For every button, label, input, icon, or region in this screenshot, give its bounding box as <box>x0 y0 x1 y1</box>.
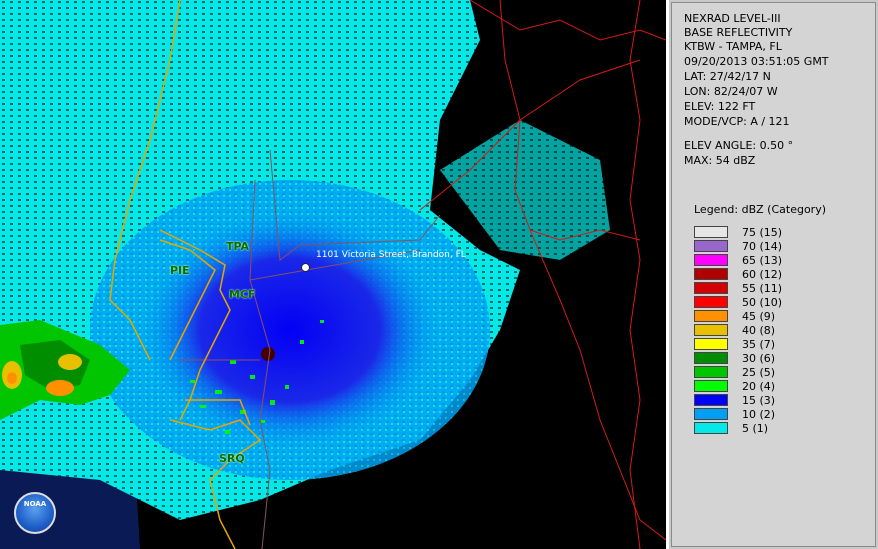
legend-label: 35 (7) <box>742 337 776 351</box>
location-marker-icon[interactable] <box>301 263 310 272</box>
legend-row: 30 (6) <box>694 351 775 365</box>
product-line1: NEXRAD LEVEL-III <box>684 12 781 25</box>
legend-swatch <box>694 226 728 238</box>
station-label-pie: PIE <box>170 264 190 277</box>
legend-row: 55 (11) <box>694 281 782 295</box>
info-panel: NEXRAD LEVEL-III BASE REFLECTIVITY KTBW … <box>669 0 878 549</box>
legend-label: 15 (3) <box>742 393 776 407</box>
legend-title: Legend: dBZ (Category) <box>694 203 826 216</box>
legend-label: 20 (4) <box>742 379 776 393</box>
legend-swatch <box>694 422 728 434</box>
legend-label: 50 (10) <box>742 295 783 309</box>
legend-row: 50 (10) <box>694 295 782 309</box>
location-marker-label: 1101 Victoria Street, Brandon, FL <box>316 250 466 260</box>
legend-row: 40 (8) <box>694 323 775 337</box>
legend-row: 60 (12) <box>694 267 782 281</box>
legend-swatch <box>694 352 728 364</box>
legend-label: 40 (8) <box>742 323 776 337</box>
legend-swatch <box>694 380 728 392</box>
max-dbz: MAX: 54 dBZ <box>684 154 756 167</box>
legend-label: 60 (12) <box>742 267 783 281</box>
legend-row: 15 (3) <box>694 393 775 407</box>
legend-row: 65 (13) <box>694 253 782 267</box>
info-box: NEXRAD LEVEL-III BASE REFLECTIVITY KTBW … <box>671 2 876 547</box>
station-label-srq: SRQ <box>219 452 245 465</box>
legend-label: 5 (1) <box>742 421 769 435</box>
product-line2: BASE REFLECTIVITY <box>684 26 793 39</box>
station-label-mcf: MCF <box>229 288 256 301</box>
station-elev: ELEV: 122 FT <box>684 100 756 113</box>
legend-row: 5 (1) <box>694 421 768 435</box>
radar-map[interactable]: TPA PIE MCF SRQ 1101 Victoria Street, Br… <box>0 0 666 549</box>
legend-swatch <box>694 366 728 378</box>
mode-vcp: MODE/VCP: A / 121 <box>684 115 790 128</box>
legend-label: 55 (11) <box>742 281 783 295</box>
legend-row: 75 (15) <box>694 225 782 239</box>
noaa-logo-text: NOAA <box>23 500 47 508</box>
legend-label: 30 (6) <box>742 351 776 365</box>
legend-swatch <box>694 240 728 252</box>
legend-swatch <box>694 338 728 350</box>
legend-row: 25 (5) <box>694 365 775 379</box>
station-lat: LAT: 27/42/17 N <box>684 70 771 83</box>
station-label-tpa: TPA <box>226 240 250 253</box>
legend-swatch <box>694 310 728 322</box>
legend-label: 70 (14) <box>742 239 783 253</box>
scan-datetime: 09/20/2013 03:51:05 GMT <box>684 55 829 68</box>
legend-swatch <box>694 324 728 336</box>
legend-swatch <box>694 394 728 406</box>
legend-row: 45 (9) <box>694 309 775 323</box>
legend-row: 20 (4) <box>694 379 775 393</box>
legend-label: 10 (2) <box>742 407 776 421</box>
elev-angle: ELEV ANGLE: 0.50 ° <box>684 139 794 152</box>
legend-swatch <box>694 254 728 266</box>
noaa-logo: NOAA <box>14 492 56 534</box>
legend-swatch <box>694 296 728 308</box>
station-name: KTBW - TAMPA, FL <box>684 40 782 53</box>
legend-row: 35 (7) <box>694 337 775 351</box>
legend-swatch <box>694 408 728 420</box>
station-lon: LON: 82/24/07 W <box>684 85 778 98</box>
legend-label: 45 (9) <box>742 309 776 323</box>
legend-row: 10 (2) <box>694 407 775 421</box>
legend-row: 70 (14) <box>694 239 782 253</box>
radar-image <box>0 0 666 549</box>
legend-swatch <box>694 268 728 280</box>
legend-label: 25 (5) <box>742 365 776 379</box>
legend-swatch <box>694 282 728 294</box>
legend-label: 75 (15) <box>742 225 783 239</box>
legend-label: 65 (13) <box>742 253 783 267</box>
